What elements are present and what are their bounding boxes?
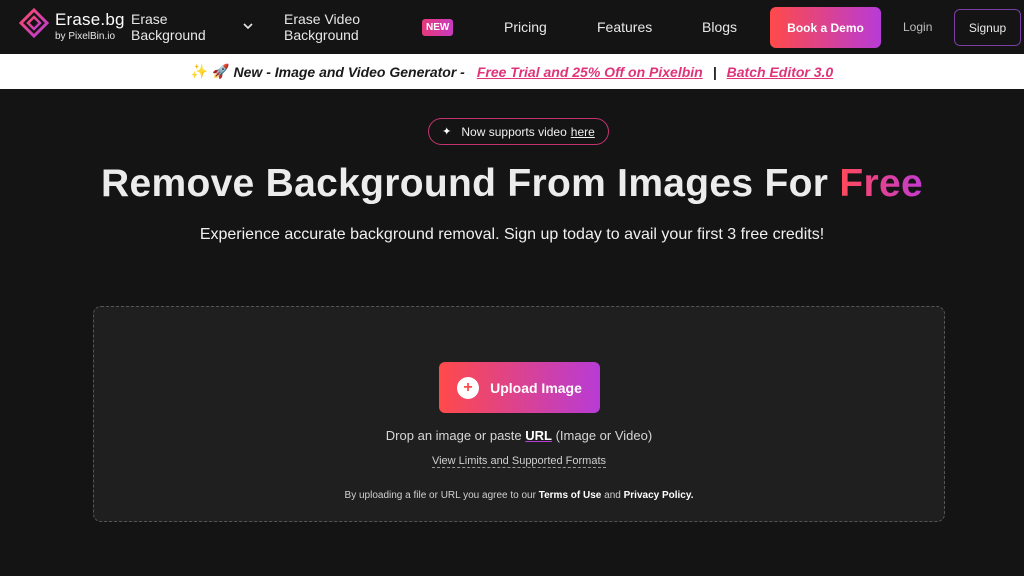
erase-bg-logo-icon (19, 8, 49, 38)
sparkle-rocket-icon: ✨ 🚀 (190, 63, 230, 79)
nav-features[interactable]: Features (597, 18, 652, 36)
view-limits-link[interactable]: View Limits and Supported Formats (431, 455, 607, 468)
privacy-policy-link[interactable]: Privacy Policy. (624, 490, 694, 501)
plus-icon: + (457, 376, 480, 399)
page-title: Remove Background From Images For Free (101, 162, 923, 205)
top-navbar: Erase.bg by PixelBin.io Erase Background… (0, 0, 1024, 54)
announcement-separator: | (712, 63, 717, 80)
login-link[interactable]: Login (903, 20, 932, 34)
upload-image-button[interactable]: + Upload Image (439, 362, 600, 413)
terms-of-use-link[interactable]: Terms of Use (539, 490, 602, 501)
free-trial-link[interactable]: Free Trial and 25% Off on Pixelbin (477, 64, 703, 80)
nav-pricing[interactable]: Pricing (504, 18, 547, 36)
nav-blogs[interactable]: Blogs (702, 18, 737, 36)
drop-instructions: Drop an image or paste URL (Image or Vid… (385, 428, 653, 443)
new-badge: NEW (422, 19, 454, 36)
limits-link-wrap: View Limits and Supported Formats (94, 455, 944, 468)
chevron-down-icon[interactable] (242, 20, 254, 32)
headline-accent: Free (839, 162, 923, 205)
logo-title: Erase.bg (55, 10, 125, 29)
paste-url-link[interactable]: URL (525, 428, 552, 443)
announcement-bar: ✨ 🚀 New - Image and Video Generator - Fr… (0, 54, 1024, 89)
video-support-pill[interactable]: ✦ Now supports video here (428, 118, 609, 145)
logo-subtitle: by PixelBin.io (55, 31, 116, 42)
hero-subtitle: Experience accurate background removal. … (199, 226, 825, 243)
logo[interactable]: Erase.bg by PixelBin.io (19, 8, 124, 42)
batch-editor-link[interactable]: Batch Editor 3.0 (727, 64, 834, 80)
signup-button[interactable]: Signup (954, 9, 1021, 46)
terms-notice: By uploading a file or URL you agree to … (344, 490, 694, 501)
pill-text: Now supports video (461, 124, 567, 139)
book-demo-button[interactable]: Book a Demo (770, 7, 881, 48)
pill-here-link[interactable]: here (571, 125, 595, 139)
sparkle-icon: ✦ (442, 126, 452, 138)
announcement-text: New - Image and Video Generator - (233, 63, 465, 80)
nav-erase-video-background[interactable]: Erase Video Background (284, 11, 360, 43)
nav-erase-background[interactable]: Erase Background (131, 11, 206, 43)
upload-dropzone[interactable]: + Upload Image Drop an image or paste UR… (93, 306, 945, 522)
